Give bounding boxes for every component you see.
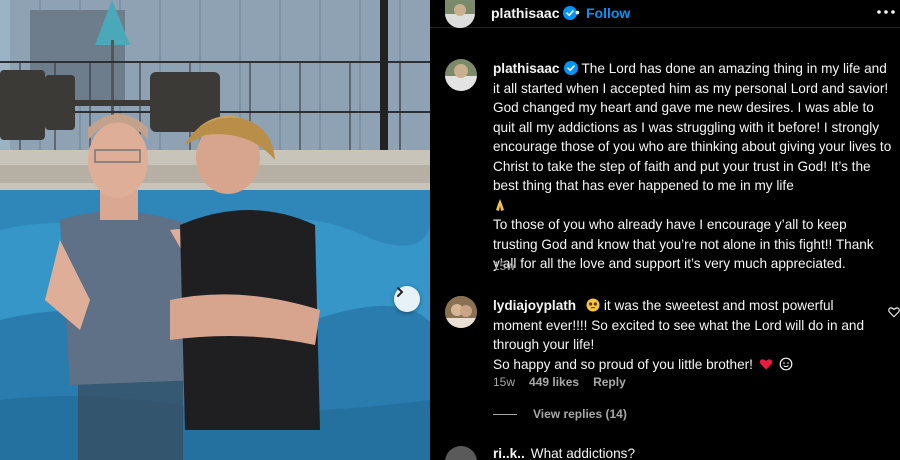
comment-timestamp[interactable]: 15w	[493, 375, 515, 389]
verified-badge-icon	[563, 61, 578, 75]
comment-likes[interactable]: 449 likes	[529, 375, 579, 389]
post-detail-panel: plathisaac • Follow plathisaac The Lord …	[430, 0, 900, 460]
author-avatar[interactable]	[445, 0, 475, 28]
comment-text-2: So happy and so proud of you little brot…	[493, 356, 753, 372]
red-heart-icon	[759, 358, 772, 369]
next-photo-button[interactable]	[394, 286, 420, 312]
next-comment-text: What addictions?	[530, 446, 636, 460]
caption-paragraph-1: plathisaac The Lord has done an amazing …	[493, 59, 893, 215]
comment-meta: 15w 449 likes Reply	[493, 375, 626, 389]
separator-dot: •	[575, 4, 580, 20]
comment-item: lydiajoyplath it was the sweetest and mo…	[493, 296, 883, 374]
pleading-face-icon	[586, 298, 600, 312]
more-options-icon[interactable]	[874, 2, 898, 22]
author-username[interactable]: plathisaac	[491, 5, 559, 21]
avatar-image	[445, 0, 475, 28]
author-username-link[interactable]: plathisaac	[491, 5, 578, 23]
caption-username[interactable]: plathisaac	[493, 61, 560, 76]
praying-hands-icon	[496, 198, 504, 211]
commenter-username[interactable]: lydiajoyplath	[493, 298, 576, 313]
follow-button[interactable]: Follow	[586, 5, 630, 21]
reply-button[interactable]: Reply	[593, 375, 626, 389]
smiling-face-icon	[779, 357, 792, 370]
post-header: plathisaac • Follow	[430, 0, 900, 28]
next-commenter-avatar[interactable]	[445, 446, 477, 460]
view-replies-button[interactable]: View replies (14)	[493, 407, 627, 421]
like-comment-heart-icon[interactable]	[888, 305, 900, 318]
post-photo	[0, 0, 430, 460]
commenter-avatar[interactable]	[445, 296, 477, 328]
chevron-right-icon	[397, 287, 404, 297]
next-comment-item: ri..k.. What addictions?	[493, 446, 635, 460]
replies-divider-line	[493, 413, 517, 415]
post-caption: plathisaac The Lord has done an amazing …	[493, 59, 893, 274]
caption-author-avatar[interactable]	[445, 59, 477, 91]
caption-timestamp[interactable]: 15w	[493, 259, 515, 273]
view-replies-label[interactable]: View replies (14)	[533, 407, 627, 421]
photo-illustration	[0, 0, 430, 460]
next-commenter-username[interactable]: ri..k..	[493, 446, 525, 460]
caption-paragraph-2: To those of you who already have I encou…	[493, 217, 874, 271]
caption-text-1: The Lord has done an amazing thing in my…	[493, 61, 892, 193]
